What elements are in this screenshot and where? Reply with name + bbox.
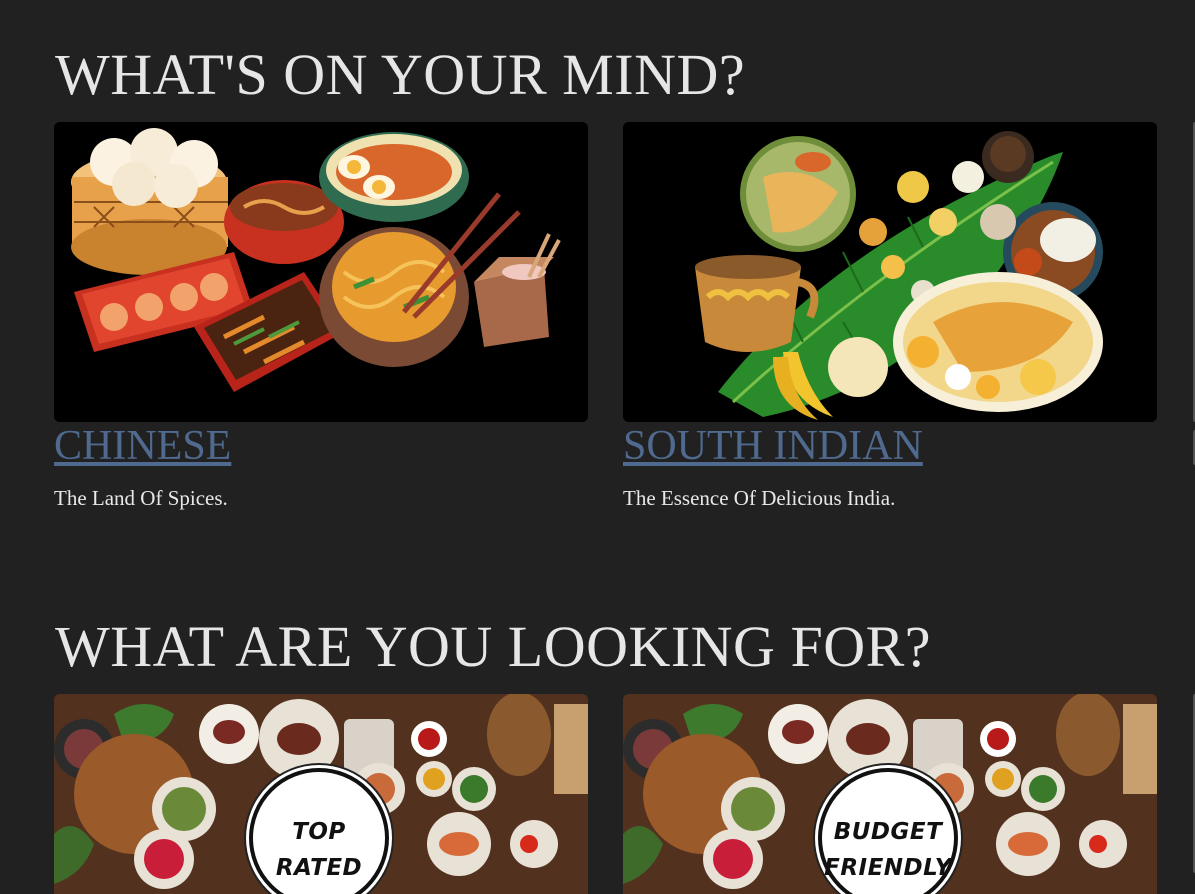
- badge-line-1: TOP: [292, 819, 346, 845]
- chinese-tagline: The Land Of Spices.: [54, 486, 228, 511]
- category-card-top-rated[interactable]: TOP RATED: [54, 694, 588, 894]
- cuisine-card-south-indian[interactable]: SOUTH INDIAN The Essence Of Delicious In…: [623, 122, 1157, 511]
- badge-line-2: RATED: [275, 855, 363, 881]
- badge-line-1: BUDGET: [833, 819, 943, 845]
- chinese-food-illustration[interactable]: [54, 122, 588, 422]
- south-indian-tagline: The Essence Of Delicious India.: [623, 486, 896, 511]
- south-indian-link[interactable]: SOUTH INDIAN: [623, 424, 923, 468]
- badge-line-2: FRIENDLY: [824, 855, 952, 881]
- category-card-budget-friendly[interactable]: BUDGET FRIENDLY: [623, 694, 1157, 894]
- chinese-link[interactable]: CHINESE: [54, 424, 231, 468]
- cuisine-card-chinese[interactable]: CHINESE The Land Of Spices.: [54, 122, 588, 511]
- what-are-you-looking-for-heading: WHAT ARE YOU LOOKING FOR?: [55, 614, 932, 679]
- south-indian-food-illustration[interactable]: [623, 122, 1157, 422]
- whats-on-your-mind-heading: WHAT'S ON YOUR MIND?: [55, 42, 746, 107]
